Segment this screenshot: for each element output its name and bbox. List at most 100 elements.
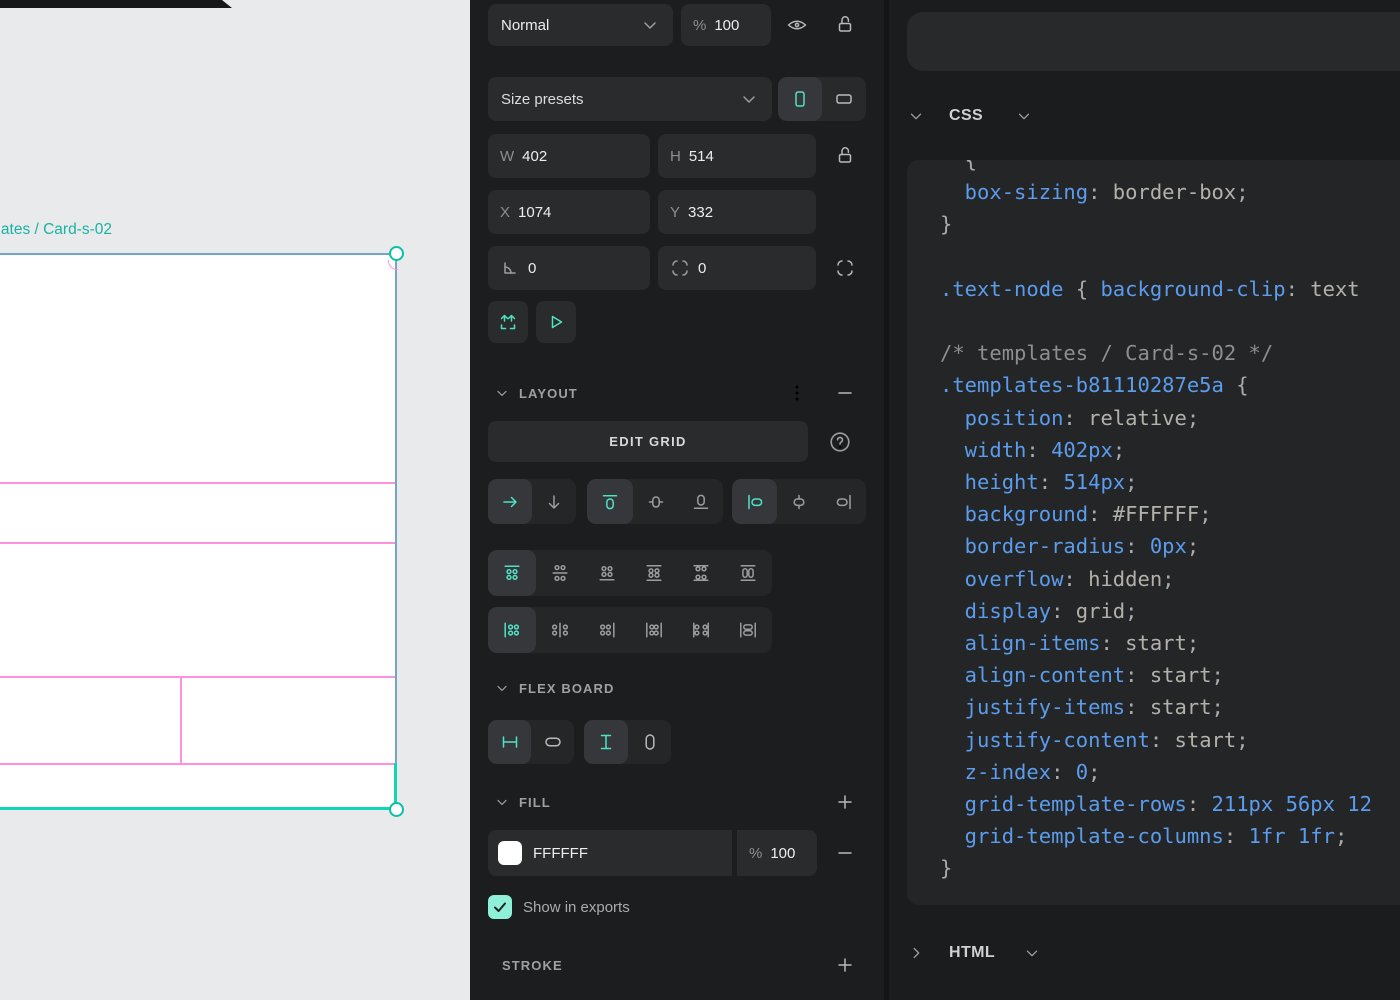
- justify-content-start-button[interactable]: [488, 607, 536, 653]
- lock-toggle-button[interactable]: [833, 13, 857, 37]
- layout-menu-button[interactable]: [785, 381, 809, 405]
- opacity-value: 100: [714, 17, 739, 34]
- justify-content-stretch-icon: [738, 620, 758, 640]
- html-title: HTML: [949, 944, 995, 962]
- independent-corners-button[interactable]: [833, 256, 857, 280]
- chevron-down-icon: [739, 89, 759, 109]
- code-line: border-radius: 0px;: [940, 530, 1400, 562]
- chevron-down-icon[interactable]: [494, 385, 510, 401]
- align-items-start-button[interactable]: [587, 479, 633, 524]
- fixed-height-icon: [596, 732, 616, 752]
- align-items-center-button[interactable]: [633, 479, 678, 524]
- justify-items-end-button[interactable]: [821, 479, 866, 524]
- grid-row-line: [0, 676, 397, 678]
- height-value: 514: [689, 148, 714, 165]
- width-input[interactable]: W 402: [488, 134, 650, 178]
- fit-board-to-content-button[interactable]: [488, 301, 528, 343]
- align-items-group: [587, 479, 723, 524]
- resize-handle-top-right[interactable]: [389, 246, 404, 261]
- resize-handle-bottom-right[interactable]: [389, 802, 404, 817]
- justify-items-start-button[interactable]: [732, 479, 777, 524]
- justify-content-group: [488, 607, 772, 653]
- code-line: z-index: 0;: [940, 756, 1400, 788]
- chevron-down-icon[interactable]: [494, 794, 510, 810]
- add-fill-button[interactable]: [833, 790, 857, 814]
- toolbar-edge: [0, 0, 232, 8]
- preview-button[interactable]: [536, 301, 576, 343]
- rotation-icon: [500, 258, 520, 278]
- align-content-between-button[interactable]: [677, 550, 724, 596]
- height-hug-button[interactable]: [628, 720, 671, 764]
- edit-grid-button[interactable]: EDIT GRID: [488, 421, 808, 462]
- y-position-input[interactable]: Y 332: [658, 190, 816, 234]
- blend-opacity-row: Normal % 100: [488, 4, 866, 46]
- chevron-right-icon[interactable]: [907, 944, 925, 962]
- css-code-lines: { box-sizing: border-box;} .text-node { …: [940, 160, 1400, 885]
- selected-board[interactable]: [0, 253, 397, 810]
- orientation-landscape-button[interactable]: [822, 77, 866, 121]
- position-row: X 1074 Y 332: [488, 190, 866, 234]
- height-input[interactable]: H 514: [658, 134, 816, 178]
- align-content-stretch-button[interactable]: [724, 550, 772, 596]
- check-icon: [490, 897, 510, 917]
- fill-color-input[interactable]: FFFFFF: [488, 830, 732, 876]
- rotation-input[interactable]: 0: [488, 246, 650, 290]
- justify-items-center-button[interactable]: [777, 479, 821, 524]
- width-value: 402: [522, 148, 547, 165]
- direction-row-button[interactable]: [488, 479, 532, 524]
- color-swatch[interactable]: [498, 841, 522, 865]
- proportion-lock-button[interactable]: [833, 144, 857, 168]
- code-line: grid-template-rows: 211px 56px 12: [940, 788, 1400, 820]
- blend-mode-select[interactable]: Normal: [488, 4, 673, 46]
- justify-content-around-button[interactable]: [630, 607, 677, 653]
- justify-content-stretch-button[interactable]: [724, 607, 772, 653]
- grid-help-button[interactable]: [828, 430, 852, 454]
- radius-icon: [670, 258, 690, 278]
- direction-column-button[interactable]: [532, 479, 576, 524]
- canvas-viewport[interactable]: templates / Card-s-02: [0, 0, 470, 1000]
- border-radius-input[interactable]: 0: [658, 246, 816, 290]
- align-end-icon: [691, 492, 711, 512]
- align-content-around-button[interactable]: [630, 550, 677, 596]
- visibility-toggle-button[interactable]: [785, 13, 809, 37]
- remove-layout-button[interactable]: [833, 381, 857, 405]
- orientation-toggle-group: [778, 77, 866, 121]
- x-position-input[interactable]: X 1074: [488, 190, 650, 234]
- size-presets-select[interactable]: Size presets: [488, 77, 772, 121]
- fill-opacity-value: 100: [770, 845, 795, 862]
- add-stroke-button[interactable]: [833, 953, 857, 977]
- code-line: align-content: start;: [940, 659, 1400, 691]
- content-start-icon: [502, 563, 522, 583]
- css-title: CSS: [949, 107, 983, 125]
- css-code-block[interactable]: { box-sizing: border-box;} .text-node { …: [907, 160, 1400, 905]
- code-line: [940, 241, 1400, 273]
- chevron-down-icon[interactable]: [1015, 107, 1033, 125]
- justify-content-center-icon: [550, 620, 570, 640]
- align-items-end-button[interactable]: [678, 479, 723, 524]
- fixed-width-icon: [500, 732, 520, 752]
- height-fix-button[interactable]: [584, 720, 628, 764]
- chevron-down-icon[interactable]: [494, 680, 510, 696]
- align-content-start-button[interactable]: [488, 550, 536, 596]
- align-content-end-button[interactable]: [583, 550, 630, 596]
- justify-content-center-button[interactable]: [536, 607, 583, 653]
- grid-direction-group: [488, 479, 576, 524]
- opacity-input[interactable]: % 100: [681, 4, 771, 46]
- fill-opacity-input[interactable]: % 100: [737, 830, 817, 876]
- justify-content-between-button[interactable]: [677, 607, 724, 653]
- chevron-down-icon[interactable]: [1023, 944, 1041, 962]
- height-label: H: [670, 148, 681, 165]
- code-line: justify-items: start;: [940, 691, 1400, 723]
- edit-grid-row: EDIT GRID: [488, 421, 866, 462]
- remove-fill-button[interactable]: [833, 841, 857, 865]
- unlock-icon: [834, 14, 856, 36]
- align-content-center-button[interactable]: [536, 550, 583, 596]
- width-hug-button[interactable]: [531, 720, 574, 764]
- chevron-down-icon[interactable]: [907, 107, 925, 125]
- plus-icon: [835, 955, 855, 975]
- orientation-portrait-button[interactable]: [778, 77, 822, 121]
- justify-content-end-button[interactable]: [583, 607, 630, 653]
- show-in-exports-checkbox[interactable]: [488, 895, 512, 919]
- board-name-label[interactable]: templates / Card-s-02: [0, 221, 112, 239]
- width-fix-button[interactable]: [488, 720, 531, 764]
